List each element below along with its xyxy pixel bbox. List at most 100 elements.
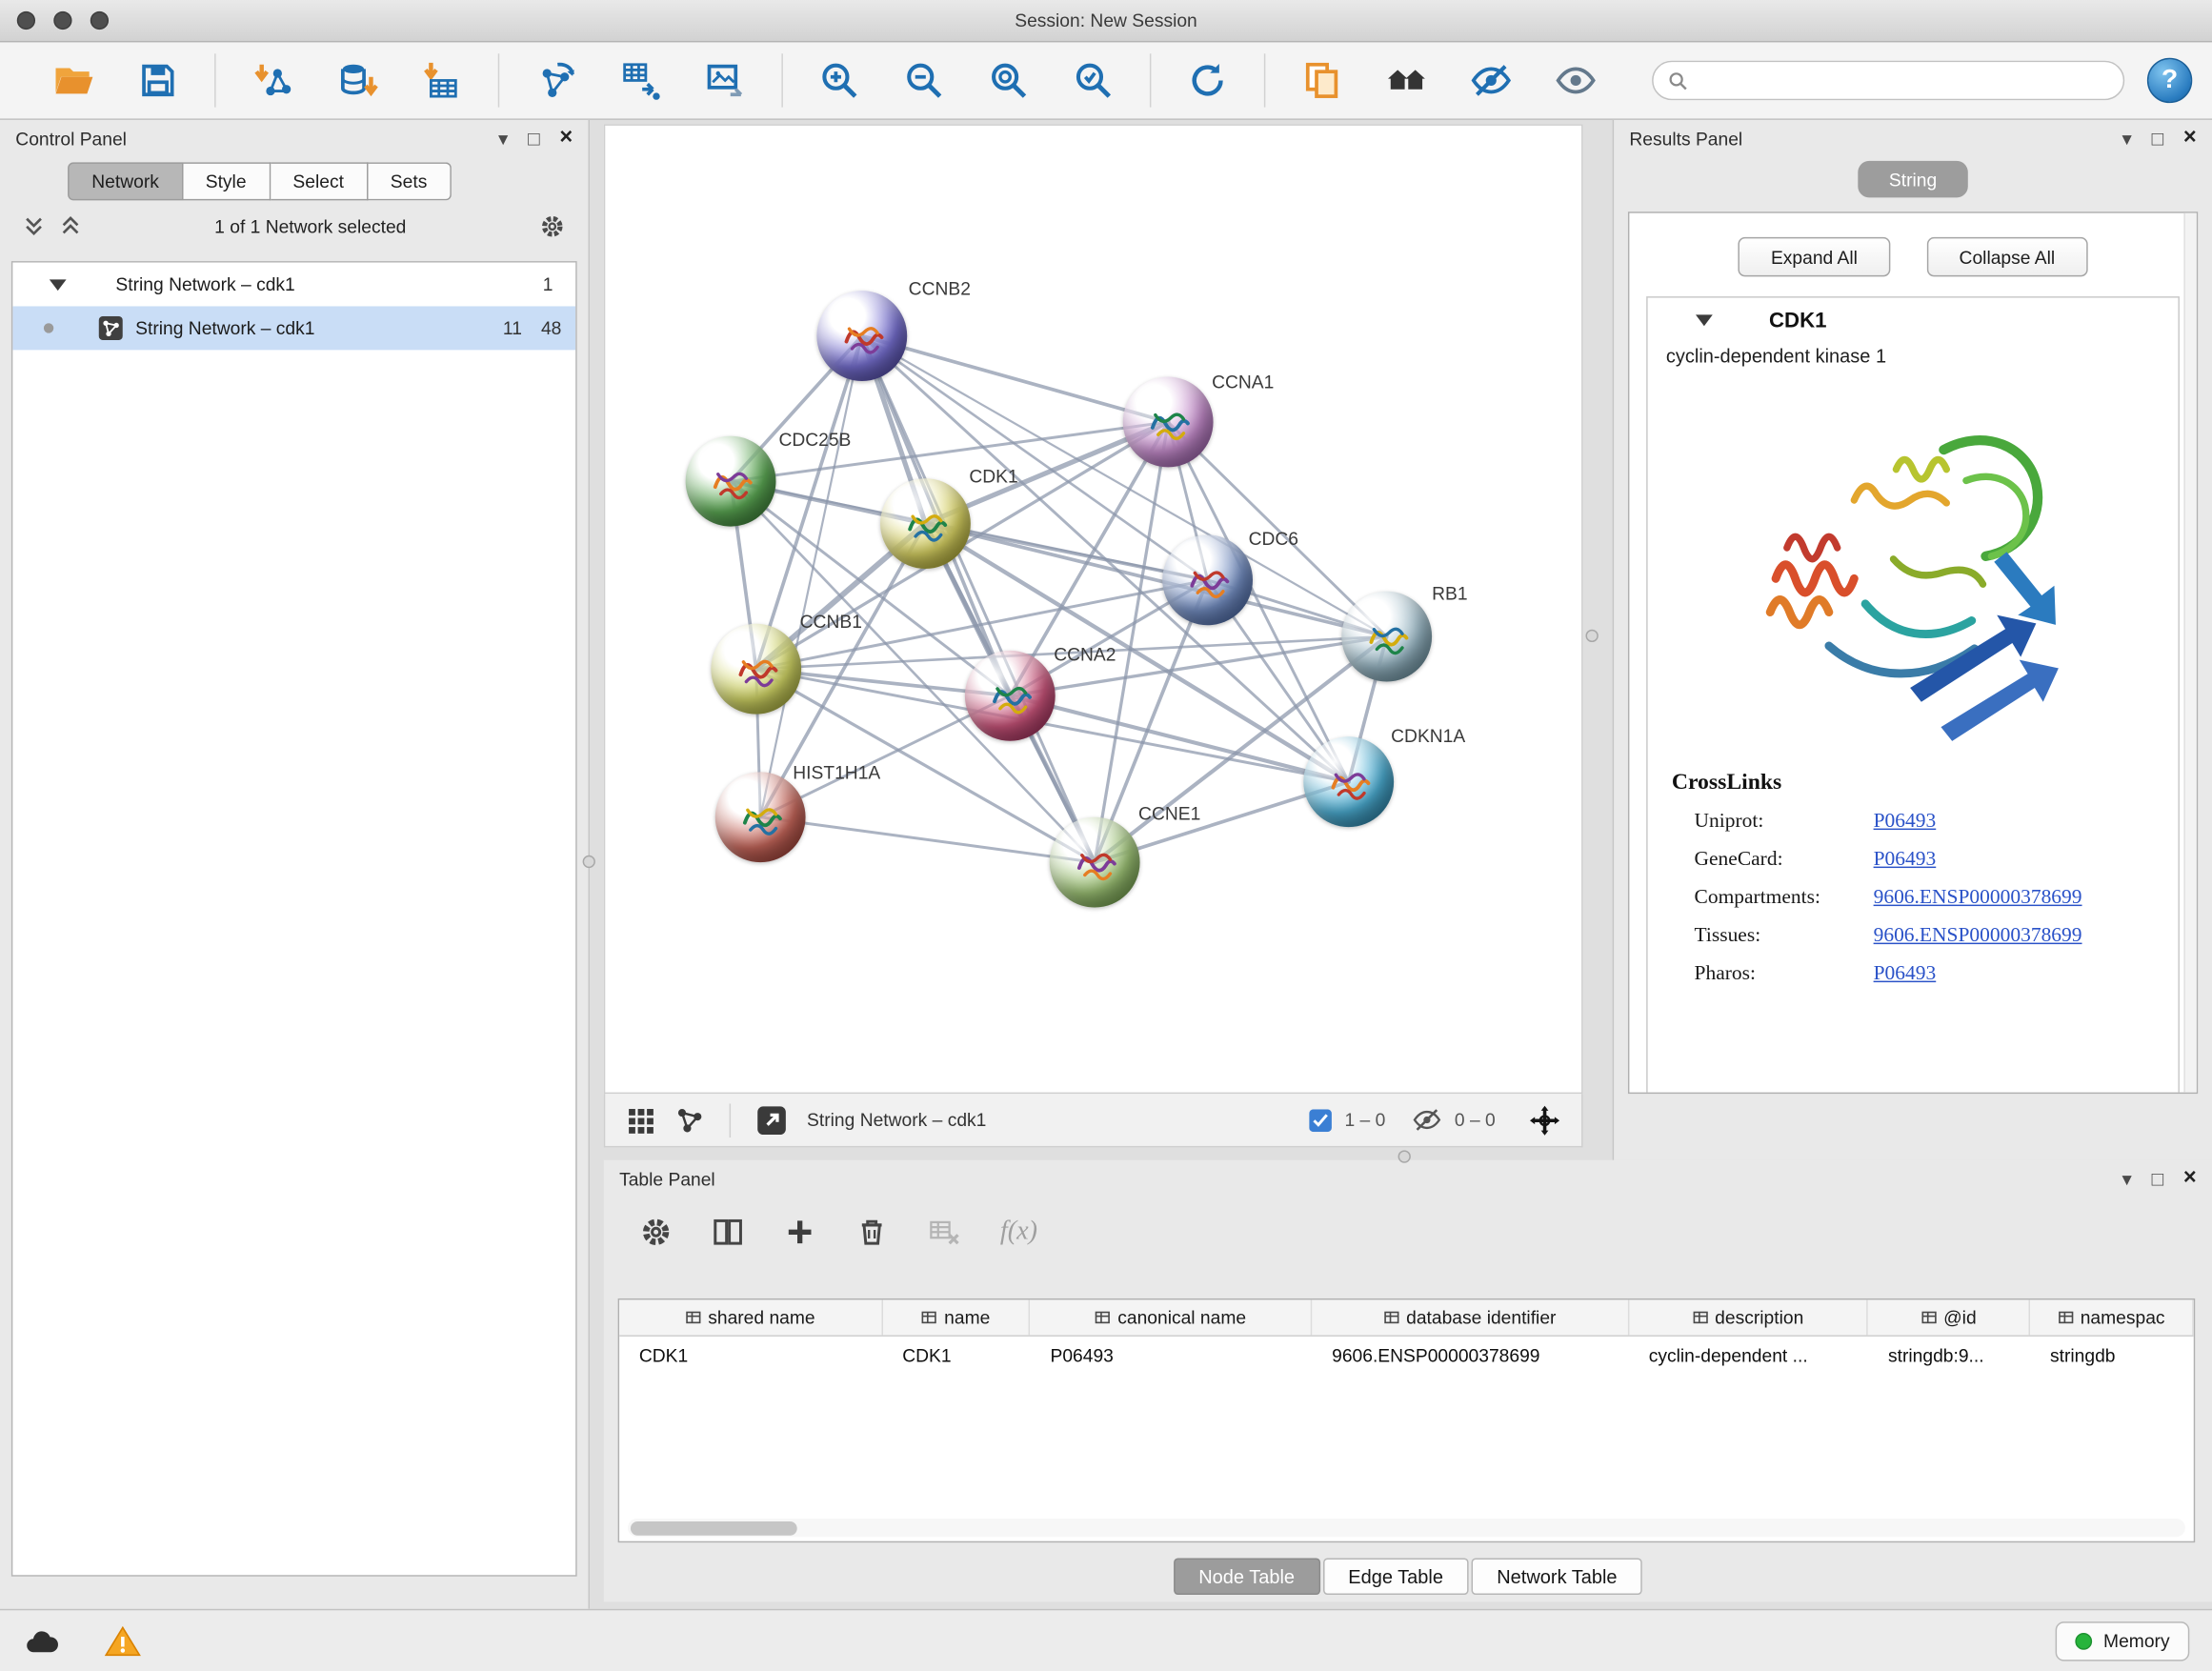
new-network-button[interactable] [522,48,590,112]
node-hist1h1a[interactable] [715,772,806,862]
crosslink-compartments--link[interactable]: 9606.ENSP00000378699 [1874,886,2082,910]
panel-menu-icon[interactable] [498,127,508,151]
import-network-from-database-button[interactable] [323,48,391,112]
column-header--id[interactable]: @id [1868,1299,2030,1335]
tab-edge-table[interactable]: Edge Table [1323,1558,1469,1595]
table-horizontal-scrollbar[interactable] [628,1519,2185,1537]
column-header-description[interactable]: description [1629,1299,1868,1335]
panel-close-icon[interactable] [2183,1166,2197,1192]
zoom-in-button[interactable] [806,48,874,112]
clipboard-button[interactable] [1288,48,1356,112]
selected-nodes-edges-count: 1 – 0 [1345,1109,1386,1130]
node-cdc6[interactable] [1162,534,1253,625]
panel-close-icon[interactable] [559,126,573,151]
apply-function-button[interactable]: f(x) [1000,1217,1037,1248]
import-table-from-file-button[interactable] [408,48,475,112]
crosslink-genecard--link[interactable]: P06493 [1874,848,1937,872]
results-scrollbar[interactable] [2183,213,2196,1093]
delete-column-button[interactable] [848,1208,895,1256]
node-cdc25b[interactable] [686,436,776,527]
panel-close-icon[interactable] [2183,126,2197,151]
search-input[interactable] [1697,70,2108,91]
birds-eye-view-icon[interactable] [625,1104,656,1136]
import-network-from-file-button[interactable] [238,48,306,112]
collapse-all-icon[interactable] [23,214,46,237]
table-row[interactable]: CDK1CDK1P064939606.ENSP00000378699cyclin… [619,1337,2194,1374]
network-row[interactable]: String Network – cdk1 11 48 [12,306,575,350]
column-header-database-identifier[interactable]: database identifier [1312,1299,1629,1335]
control-panel: Control Panel NetworkStyleSelectSets 1 o… [0,120,590,1609]
crosslink-uniprot--link[interactable]: P06493 [1874,810,1937,834]
add-column-button[interactable] [775,1208,823,1256]
node-label-cdkn1a: CDKN1A [1391,725,1465,746]
home-button[interactable] [1373,48,1440,112]
string-tab-badge[interactable]: String [1858,161,1968,198]
cloud-icon[interactable] [23,1625,62,1657]
network-canvas[interactable]: CCNB2 CCNA1 CDC25B CDK1 CDC6 RB1 CCNB1 C… [604,124,1583,1094]
network-collection-row[interactable]: String Network – cdk1 1 [12,263,575,307]
column-header-canonical-name[interactable]: canonical name [1031,1299,1313,1335]
zoom-window-button[interactable] [90,11,109,30]
node-ccna1[interactable] [1123,377,1214,468]
vertical-splitter-grip[interactable] [583,856,595,868]
tab-select[interactable]: Select [271,162,368,200]
tab-sets[interactable]: Sets [368,162,451,200]
expand-all-icon[interactable] [59,214,82,237]
column-header-namespac[interactable]: namespac [2030,1299,2193,1335]
tab-style[interactable]: Style [183,162,271,200]
node-ccnb1[interactable] [711,624,801,715]
node-ccna2[interactable] [965,651,1056,741]
zoom-out-button[interactable] [890,48,957,112]
tree-expand-icon[interactable] [50,279,67,291]
node-ccnb2[interactable] [816,291,907,381]
hidden-eye-slash-icon[interactable] [1412,1105,1441,1135]
expand-all-button[interactable]: Expand All [1739,237,1890,276]
save-session-button[interactable] [124,48,191,112]
delete-table-button[interactable] [920,1208,968,1256]
network-overview-icon[interactable] [674,1104,706,1136]
new-network-from-table-button[interactable] [607,48,674,112]
node-ccne1[interactable] [1050,817,1140,908]
refresh-view-button[interactable] [1174,48,1241,112]
search-field[interactable] [1652,61,2124,100]
tab-node-table[interactable]: Node Table [1174,1558,1320,1595]
show-columns-button[interactable] [704,1208,752,1256]
crosslink-tissues--link[interactable]: 9606.ENSP00000378699 [1874,924,2082,948]
open-in-new-window-icon[interactable] [754,1103,789,1137]
tab-network-table[interactable]: Network Table [1472,1558,1643,1595]
node-rb1[interactable] [1341,592,1432,682]
vertical-splitter-grip[interactable] [1585,630,1598,642]
selected-checkbox-icon[interactable] [1309,1109,1332,1132]
panel-float-icon[interactable] [2152,1167,2164,1190]
scrollbar-thumb[interactable] [631,1520,797,1535]
table-settings-button[interactable] [632,1208,679,1256]
gear-icon[interactable] [539,212,566,239]
section-collapse-icon[interactable] [1696,314,1713,326]
column-header-shared-name[interactable]: shared name [619,1299,882,1335]
node-cdk1[interactable] [880,478,971,569]
collapse-all-button[interactable]: Collapse All [1926,237,2087,276]
panel-menu-icon[interactable] [2122,127,2131,151]
memory-button[interactable]: Memory [2056,1621,2190,1660]
horizontal-splitter-grip[interactable] [1398,1150,1411,1162]
zoom-fit-button[interactable] [975,48,1042,112]
open-session-button[interactable] [39,48,107,112]
close-window-button[interactable] [17,11,35,30]
node-cdkn1a[interactable] [1303,736,1394,827]
warning-icon[interactable] [105,1623,142,1658]
help-button[interactable]: ? [2147,58,2192,103]
panel-float-icon[interactable] [2152,127,2164,150]
minimize-window-button[interactable] [53,11,71,30]
column-header-name[interactable]: name [883,1299,1031,1335]
protein-section-header[interactable]: CDK1 [1648,298,2179,343]
column-type-icon [1096,1310,1111,1325]
zoom-selected-button[interactable] [1059,48,1127,112]
show-all-button[interactable] [1542,48,1610,112]
panel-float-icon[interactable] [528,127,540,150]
export-image-button[interactable] [692,48,759,112]
hide-selected-button[interactable] [1458,48,1525,112]
fit-selected-crosshair-icon[interactable] [1528,1103,1562,1137]
panel-menu-icon[interactable] [2122,1166,2131,1190]
tab-network[interactable]: Network [68,162,183,200]
crosslink-pharos--link[interactable]: P06493 [1874,962,1937,986]
